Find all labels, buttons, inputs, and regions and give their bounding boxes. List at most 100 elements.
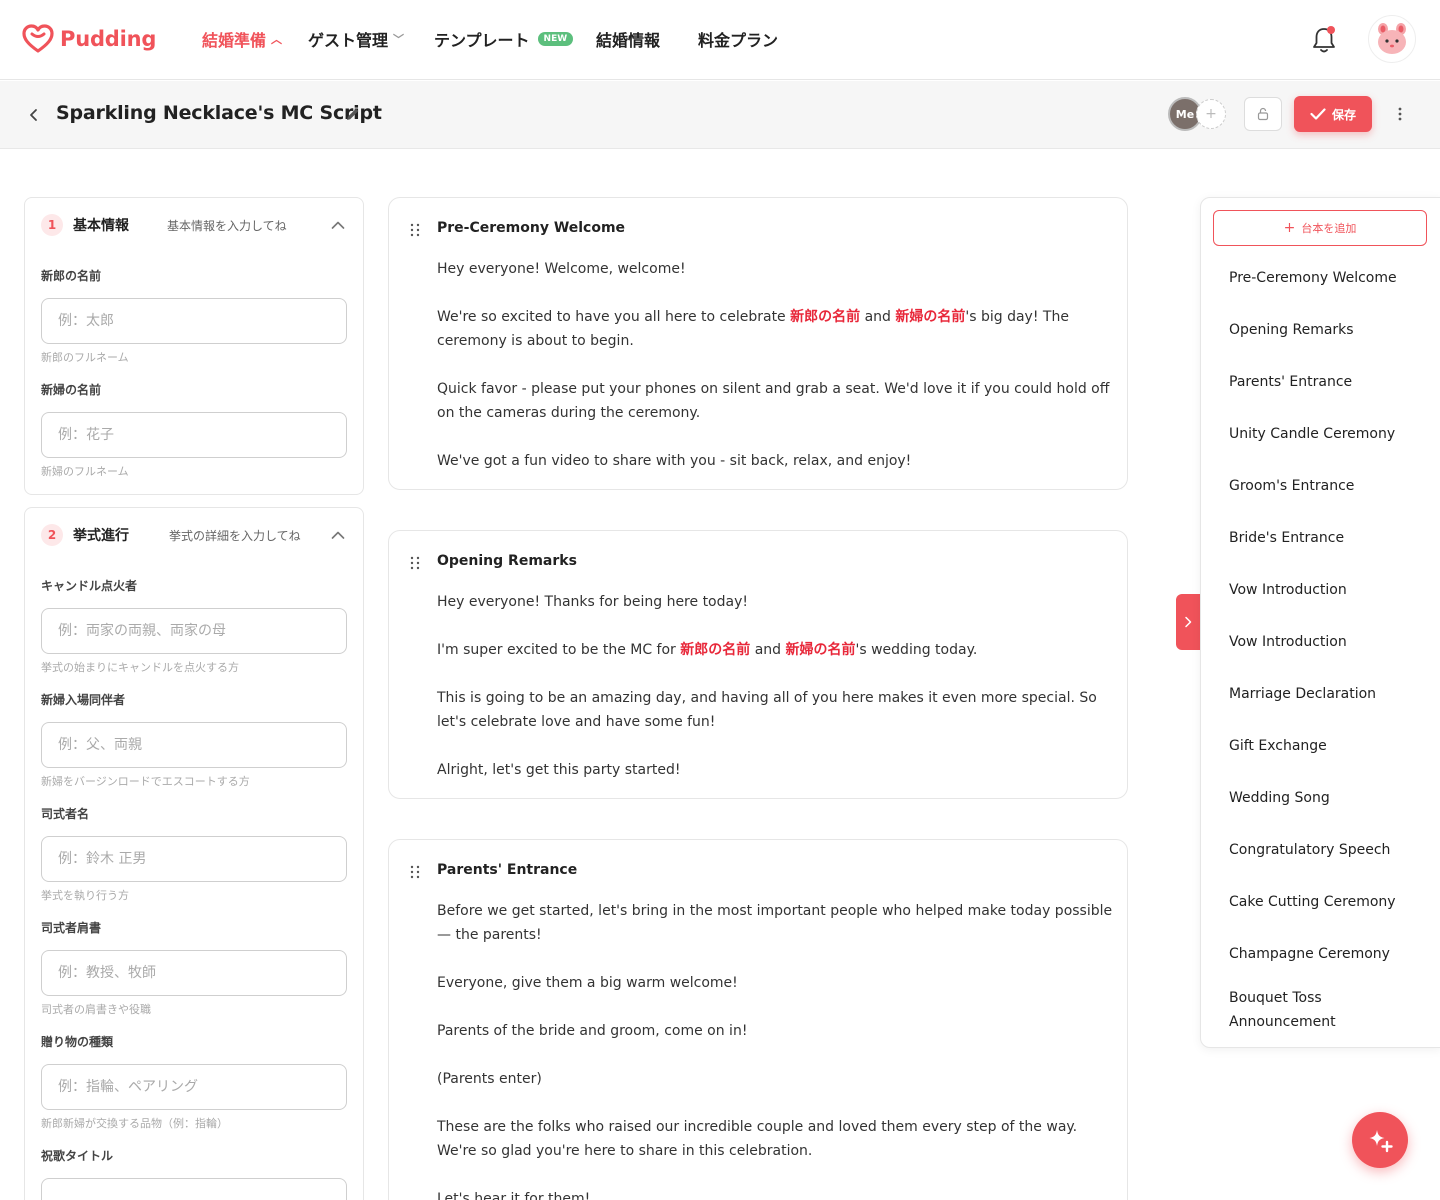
chevron-left-icon bbox=[30, 109, 37, 121]
script-line: (Parents enter) bbox=[437, 1071, 542, 1087]
card-title: Pre-Ceremony Welcome bbox=[437, 220, 626, 236]
outline-item[interactable]: Wedding Song bbox=[1229, 786, 1419, 810]
field-help: 司式者の肩書きや役職 bbox=[41, 1003, 151, 1016]
chevron-up-icon[interactable] bbox=[327, 524, 349, 546]
nav-label: テンプレート bbox=[434, 31, 530, 50]
bunny-avatar-icon bbox=[1378, 23, 1406, 54]
add-script-button[interactable]: + 台本を追加 bbox=[1213, 210, 1427, 246]
outline-item[interactable]: Cake Cutting Ceremony bbox=[1229, 890, 1419, 914]
lock-button[interactable] bbox=[1244, 97, 1282, 131]
chevron-right-icon bbox=[1185, 616, 1192, 628]
section-hint: 基本情報を入力してね bbox=[167, 219, 287, 233]
bell-icon[interactable] bbox=[1308, 24, 1340, 56]
script-line: These are the folks who raised our incre… bbox=[437, 1119, 1078, 1159]
field-help: 新婦のフルネーム bbox=[41, 465, 129, 478]
outline-item[interactable]: Gift Exchange bbox=[1229, 734, 1419, 758]
section-title: 挙式進行 bbox=[73, 528, 129, 544]
save-button[interactable]: 保存 bbox=[1294, 96, 1372, 132]
script-line: We've got a fun video to share with you … bbox=[437, 453, 912, 469]
song-title-input[interactable] bbox=[41, 1178, 347, 1200]
field-help: 新婦をバージンロードでエスコートする方 bbox=[41, 775, 250, 788]
add-script-label: 台本を追加 bbox=[1301, 222, 1357, 235]
back-button[interactable] bbox=[22, 103, 46, 127]
user-avatar[interactable] bbox=[1368, 15, 1416, 63]
bride-name-input[interactable] bbox=[41, 412, 347, 458]
field-label: キャンドル点火者 bbox=[41, 579, 138, 593]
script-line: Hey everyone! Welcome, welcome! bbox=[437, 261, 686, 277]
gift-type-input[interactable] bbox=[41, 1064, 347, 1110]
top-nav: Pudding 結婚準備 ︿ ゲスト管理 ﹀ テンプレート NEW 結婚情報 料… bbox=[0, 0, 1440, 80]
chevron-up-icon: ︿ bbox=[271, 33, 283, 46]
outline-item[interactable]: Pre-Ceremony Welcome bbox=[1229, 266, 1419, 290]
nav-label: 料金プラン bbox=[698, 31, 779, 50]
logo[interactable]: Pudding bbox=[22, 24, 156, 54]
field-label: 司式者名 bbox=[41, 807, 90, 821]
drag-handle-icon[interactable] bbox=[409, 223, 421, 237]
new-badge: NEW bbox=[537, 32, 574, 46]
outline-item[interactable]: Vow Introduction bbox=[1229, 630, 1419, 654]
officiant-title-input[interactable] bbox=[41, 950, 347, 996]
field-label: 新婦の名前 bbox=[41, 383, 102, 397]
drag-handle-icon[interactable] bbox=[409, 556, 421, 570]
plus-icon: + bbox=[1283, 220, 1296, 236]
script-line: This is going to be an amazing day, and … bbox=[437, 690, 1097, 730]
officiant-name-input[interactable] bbox=[41, 836, 347, 882]
script-line: Let's hear it for them! bbox=[437, 1191, 591, 1200]
plus-icon: + bbox=[1205, 106, 1217, 122]
nav-pricing[interactable]: 料金プラン bbox=[698, 27, 778, 51]
section-title: 基本情報 bbox=[73, 218, 129, 234]
outline-item[interactable]: Groom's Entrance bbox=[1229, 474, 1419, 498]
field-label: 新婦入場同伴者 bbox=[41, 693, 126, 707]
outline-item[interactable]: Bride's Entrance bbox=[1229, 526, 1419, 550]
pencil-icon[interactable] bbox=[344, 105, 362, 123]
outline-item[interactable]: Congratulatory Speech bbox=[1229, 838, 1419, 862]
card-body[interactable]: Hey everyone! Thanks for being here toda… bbox=[437, 590, 1113, 782]
outline-item[interactable]: Unity Candle Ceremony bbox=[1229, 422, 1419, 446]
check-icon bbox=[1310, 108, 1326, 120]
nav-guest-management[interactable]: ゲスト管理 ﹀ bbox=[308, 27, 404, 51]
text: I'm super excited to be the MC for bbox=[437, 642, 681, 658]
nav-wedding-info[interactable]: 結婚情報 bbox=[596, 27, 660, 51]
candle-lighter-input[interactable] bbox=[41, 608, 347, 654]
bride-name-variable: 新婦の名前 bbox=[895, 309, 966, 325]
outline-item[interactable]: Opening Remarks bbox=[1229, 318, 1419, 342]
script-card: Parents' Entrance Before we get started,… bbox=[388, 839, 1128, 1200]
script-line: Everyone, give them a big warm welcome! bbox=[437, 975, 738, 991]
text: 's wedding today. bbox=[855, 642, 978, 658]
collaborators: Me + bbox=[1168, 97, 1226, 131]
outline-item[interactable]: Parents' Entrance bbox=[1229, 370, 1419, 394]
add-collaborator-button[interactable]: + bbox=[1196, 99, 1226, 129]
outline-item[interactable]: Marriage Declaration bbox=[1229, 682, 1419, 706]
field-help: 新郎のフルネーム bbox=[41, 351, 129, 364]
collapse-outline-button[interactable] bbox=[1176, 594, 1200, 650]
document-title: Sparkling Necklace's MC Script bbox=[56, 102, 382, 124]
outline-item[interactable]: Vow Introduction bbox=[1229, 578, 1419, 602]
groom-name-input[interactable] bbox=[41, 298, 347, 344]
section-header[interactable]: 1 基本情報 基本情報を入力してね bbox=[41, 214, 349, 236]
nav-label: ゲスト管理 bbox=[308, 31, 389, 50]
chevron-up-icon[interactable] bbox=[327, 214, 349, 236]
outline-item[interactable]: Bouquet Toss Announcement bbox=[1229, 986, 1379, 1034]
groom-name-variable: 新郎の名前 bbox=[790, 309, 861, 325]
form-section-ceremony: 2 挙式進行 挙式の詳細を入力してね キャンドル点火者 挙式の始まりにキャンドル… bbox=[24, 507, 364, 1200]
text: and bbox=[860, 309, 896, 325]
more-options-button[interactable] bbox=[1390, 101, 1410, 127]
section-header[interactable]: 2 挙式進行 挙式の詳細を入力してね bbox=[41, 524, 349, 546]
unlock-icon bbox=[1257, 107, 1269, 121]
notification-dot bbox=[1327, 26, 1335, 34]
drag-handle-icon[interactable] bbox=[409, 865, 421, 879]
card-body[interactable]: Before we get started, let's bring in th… bbox=[437, 899, 1113, 1200]
outline-item[interactable]: Champagne Ceremony bbox=[1229, 942, 1419, 966]
ai-assist-button[interactable] bbox=[1352, 1112, 1408, 1168]
nav-wedding-prep[interactable]: 結婚準備 ︿ bbox=[202, 27, 282, 51]
card-body[interactable]: Hey everyone! Welcome, welcome! We're so… bbox=[437, 257, 1113, 473]
nav-label: 結婚準備 bbox=[202, 31, 267, 50]
section-hint: 挙式の詳細を入力してね bbox=[169, 529, 301, 543]
field-label: 祝歌タイトル bbox=[41, 1149, 114, 1163]
script-outline-panel: + 台本を追加 Pre-Ceremony Welcome Opening Rem… bbox=[1200, 197, 1440, 1048]
script-line: Alright, let's get this party started! bbox=[437, 762, 681, 778]
card-title: Parents' Entrance bbox=[437, 862, 578, 878]
form-section-basic-info: 1 基本情報 基本情報を入力してね 新郎の名前 新郎のフルネーム 新婦の名前 新… bbox=[24, 197, 364, 495]
bride-escort-input[interactable] bbox=[41, 722, 347, 768]
nav-templates[interactable]: テンプレート NEW bbox=[434, 27, 574, 51]
